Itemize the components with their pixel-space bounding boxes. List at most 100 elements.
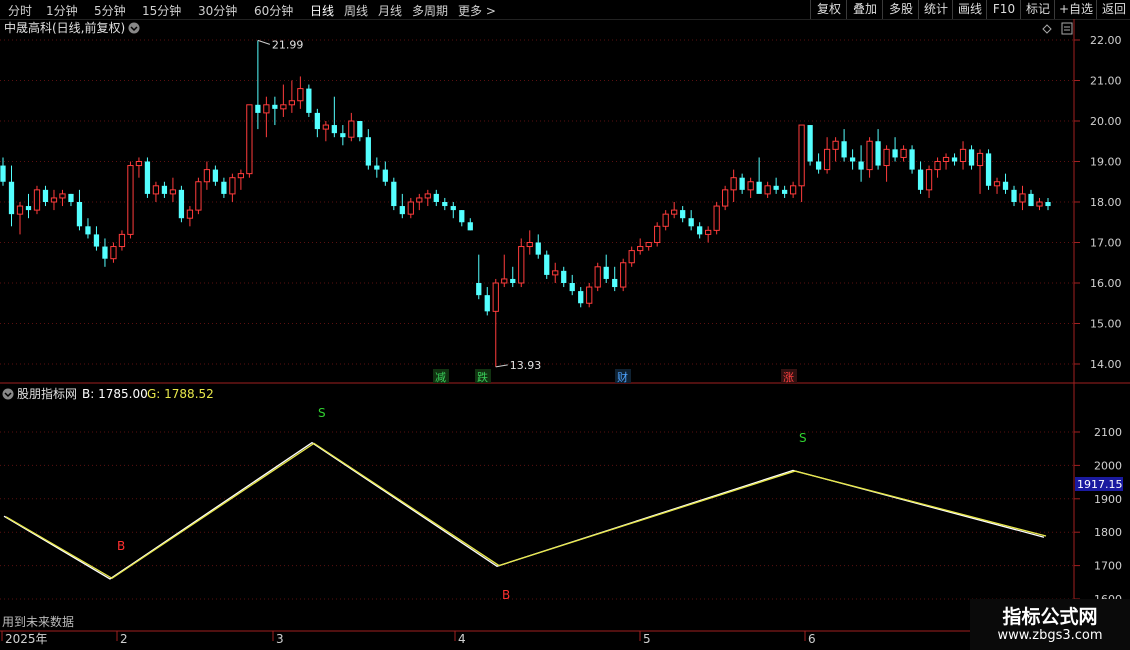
candlestick[interactable]: [764, 181, 771, 198]
candlestick[interactable]: [875, 129, 881, 170]
candlestick[interactable]: [195, 177, 202, 215]
candlestick[interactable]: [221, 177, 227, 198]
candlestick[interactable]: [237, 169, 245, 190]
candlestick[interactable]: [858, 145, 864, 182]
candlestick[interactable]: [662, 210, 669, 231]
candlestick[interactable]: [688, 210, 694, 231]
candlestick[interactable]: [578, 287, 584, 308]
event-badge-reduce[interactable]: 减: [433, 369, 449, 384]
candlestick[interactable]: [450, 202, 456, 219]
restore-rights-button[interactable]: 复权: [810, 0, 847, 19]
candlestick[interactable]: [603, 254, 609, 283]
period-tab-more[interactable]: 更多 >: [458, 2, 496, 19]
candlestick[interactable]: [76, 189, 83, 231]
candlestick[interactable]: [637, 238, 644, 255]
candlestick[interactable]: [697, 222, 703, 239]
candlestick[interactable]: [968, 145, 975, 170]
candlestick[interactable]: [909, 145, 915, 174]
candlestick[interactable]: [917, 161, 924, 194]
period-tab-weekly[interactable]: 周线: [344, 2, 368, 19]
event-badge-rise[interactable]: 涨: [781, 369, 797, 384]
candlestick[interactable]: [144, 157, 151, 198]
candlestick[interactable]: [152, 181, 160, 202]
candlestick[interactable]: [815, 153, 822, 174]
period-tab-15min[interactable]: 15分钟: [142, 2, 181, 19]
candlestick[interactable]: [722, 185, 729, 211]
event-badge-finance[interactable]: 财: [615, 369, 631, 384]
price-panel-title[interactable]: 中晟高科(日线,前复权): [4, 20, 140, 35]
candlestick[interactable]: [747, 177, 754, 198]
candlestick[interactable]: [959, 141, 967, 170]
overlay-button[interactable]: 叠加: [846, 0, 883, 19]
candlestick[interactable]: [594, 262, 601, 292]
chevron-down-icon[interactable]: [128, 22, 140, 34]
candlestick[interactable]: [42, 185, 49, 207]
candlestick[interactable]: [501, 254, 508, 288]
candlestick[interactable]: [161, 181, 168, 198]
candlestick[interactable]: [510, 266, 516, 288]
period-tab-multi[interactable]: 多周期: [412, 2, 448, 19]
candlestick[interactable]: [288, 80, 295, 113]
multi-stock-button[interactable]: 多股: [882, 0, 919, 19]
candlestick[interactable]: [492, 278, 499, 367]
candlestick[interactable]: [705, 226, 712, 243]
candlestick[interactable]: [1019, 185, 1026, 211]
candlestick[interactable]: [416, 193, 423, 211]
candlestick[interactable]: [730, 169, 737, 202]
statistics-button[interactable]: 统计: [918, 0, 953, 19]
candlestick[interactable]: [459, 210, 465, 227]
back-button[interactable]: 返回: [1096, 0, 1130, 19]
candlestick[interactable]: [892, 137, 898, 162]
candlestick[interactable]: [849, 149, 856, 170]
period-tab-1min[interactable]: 1分钟: [46, 2, 78, 19]
candlestick[interactable]: [399, 193, 405, 219]
candlestick[interactable]: [841, 129, 847, 162]
candlestick[interactable]: [900, 145, 907, 162]
candlestick[interactable]: [255, 40, 261, 130]
candlestick[interactable]: [569, 274, 575, 296]
candlestick[interactable]: [628, 246, 635, 267]
candlestick[interactable]: [781, 185, 788, 198]
period-tab-intraday[interactable]: 分时: [8, 2, 32, 19]
candlestick[interactable]: [866, 137, 873, 178]
candlestick[interactable]: [1028, 189, 1034, 207]
add-watchlist-button[interactable]: +自选: [1054, 0, 1097, 19]
candlestick[interactable]: [16, 202, 24, 235]
candlestick[interactable]: [645, 242, 652, 251]
candlestick[interactable]: [212, 165, 219, 186]
candlestick[interactable]: [832, 137, 839, 162]
candlestick[interactable]: [883, 145, 890, 182]
candlestick[interactable]: [357, 121, 363, 142]
candlestick[interactable]: [951, 153, 958, 166]
candlestick[interactable]: [654, 222, 661, 247]
draw-line-button[interactable]: 画线: [952, 0, 987, 19]
candlestick[interactable]: [118, 230, 126, 251]
settings-icon[interactable]: [1061, 22, 1073, 35]
candlestick[interactable]: [169, 177, 177, 202]
candlestick[interactable]: [552, 262, 559, 283]
candlestick[interactable]: [374, 157, 380, 178]
candlestick[interactable]: [297, 76, 304, 109]
candlestick[interactable]: [135, 157, 143, 178]
candlestick[interactable]: [246, 104, 253, 178]
candlestick[interactable]: [484, 287, 490, 316]
candlestick[interactable]: [993, 177, 1001, 194]
candlestick[interactable]: [985, 149, 992, 190]
candlestick[interactable]: [424, 189, 431, 207]
candlestick[interactable]: [280, 84, 287, 117]
candlestick[interactable]: [798, 124, 805, 202]
candlestick[interactable]: [178, 185, 185, 223]
candlestick[interactable]: [467, 218, 473, 231]
candlestick[interactable]: [127, 161, 134, 239]
candlestick[interactable]: [1002, 173, 1009, 194]
period-tab-5min[interactable]: 5分钟: [94, 2, 126, 19]
candlestick[interactable]: [823, 137, 831, 174]
candlestick[interactable]: [680, 206, 686, 223]
candlestick[interactable]: [934, 157, 941, 178]
period-tab-30min[interactable]: 30分钟: [198, 2, 237, 19]
candlestick[interactable]: [93, 226, 100, 251]
candlestick[interactable]: [620, 258, 627, 292]
candlestick[interactable]: [526, 230, 533, 255]
candlestick[interactable]: [925, 165, 933, 198]
candlestick[interactable]: [739, 173, 745, 194]
